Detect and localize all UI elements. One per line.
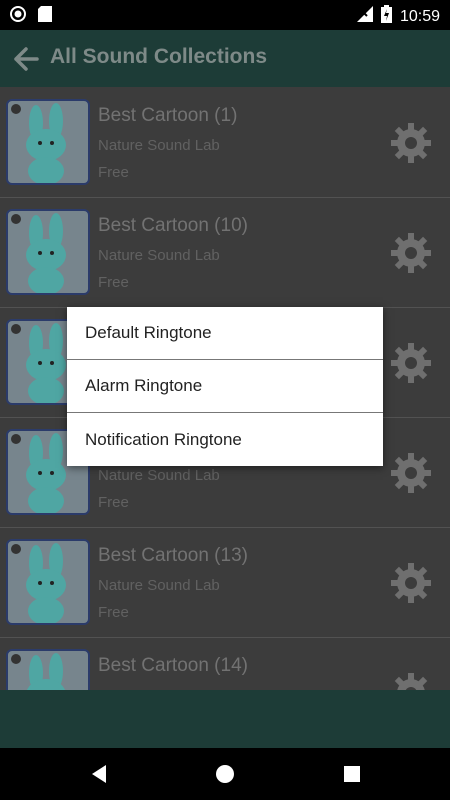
dialog-item-label: Alarm Ringtone — [85, 376, 203, 395]
battery-charging-icon — [380, 5, 392, 28]
recents-square-icon[interactable] — [341, 763, 363, 785]
dialog-item-notification-ringtone[interactable]: Notification Ringtone — [67, 414, 383, 466]
app-bar: All Sound Collections — [0, 30, 450, 87]
gear-icon[interactable] — [390, 562, 432, 604]
item-title: Best Cartoon (1) — [98, 105, 238, 126]
bunny-thumbnail — [6, 99, 90, 185]
item-title: Best Cartoon (13) — [98, 545, 248, 566]
item-publisher: Nature Sound Lab — [98, 137, 220, 154]
gear-icon[interactable] — [390, 342, 432, 384]
bunny-thumbnail — [6, 539, 90, 625]
dialog-item-alarm-ringtone[interactable]: Alarm Ringtone — [67, 360, 383, 413]
clock-time: 10:59 — [399, 7, 440, 25]
record-icon — [10, 6, 26, 27]
item-title: Best Cartoon (14) — [98, 655, 248, 676]
signal-icon — [356, 6, 373, 27]
page-title: All Sound Collections — [50, 45, 268, 68]
home-circle-icon[interactable] — [214, 763, 236, 785]
back-triangle-icon[interactable] — [88, 763, 110, 785]
item-publisher: Nature Sound Lab — [98, 247, 220, 264]
dialog-item-label: Notification Ringtone — [85, 430, 242, 449]
bunny-thumbnail — [6, 649, 90, 690]
bunny-thumbnail — [6, 209, 90, 295]
item-title: Best Cartoon (10) — [98, 215, 248, 236]
list-item[interactable]: Best Cartoon (14) — [0, 637, 450, 690]
item-price: Free — [98, 164, 129, 181]
ringtone-dialog: Default Ringtone Alarm Ringtone Notifica… — [67, 307, 383, 466]
item-price: Free — [98, 494, 129, 511]
system-nav-bar — [0, 748, 450, 800]
list-item[interactable]: Best Cartoon (13) Nature Sound Lab Free — [0, 527, 450, 638]
gear-icon[interactable] — [390, 232, 432, 274]
list-item[interactable]: Best Cartoon (1) Nature Sound Lab Free — [0, 87, 450, 198]
back-arrow-icon[interactable] — [12, 45, 40, 73]
bottom-bar — [0, 690, 450, 748]
item-price: Free — [98, 274, 129, 291]
sd-card-icon — [38, 6, 52, 27]
gear-icon[interactable] — [390, 122, 432, 164]
item-publisher: Nature Sound Lab — [98, 577, 220, 594]
list-item[interactable]: Best Cartoon (10) Nature Sound Lab Free — [0, 197, 450, 308]
status-bar: 10:59 — [0, 0, 450, 30]
dialog-item-default-ringtone[interactable]: Default Ringtone — [67, 307, 383, 360]
item-publisher: Nature Sound Lab — [98, 467, 220, 484]
item-price: Free — [98, 604, 129, 621]
gear-icon[interactable] — [390, 672, 432, 690]
gear-icon[interactable] — [390, 452, 432, 494]
dialog-item-label: Default Ringtone — [85, 323, 212, 342]
